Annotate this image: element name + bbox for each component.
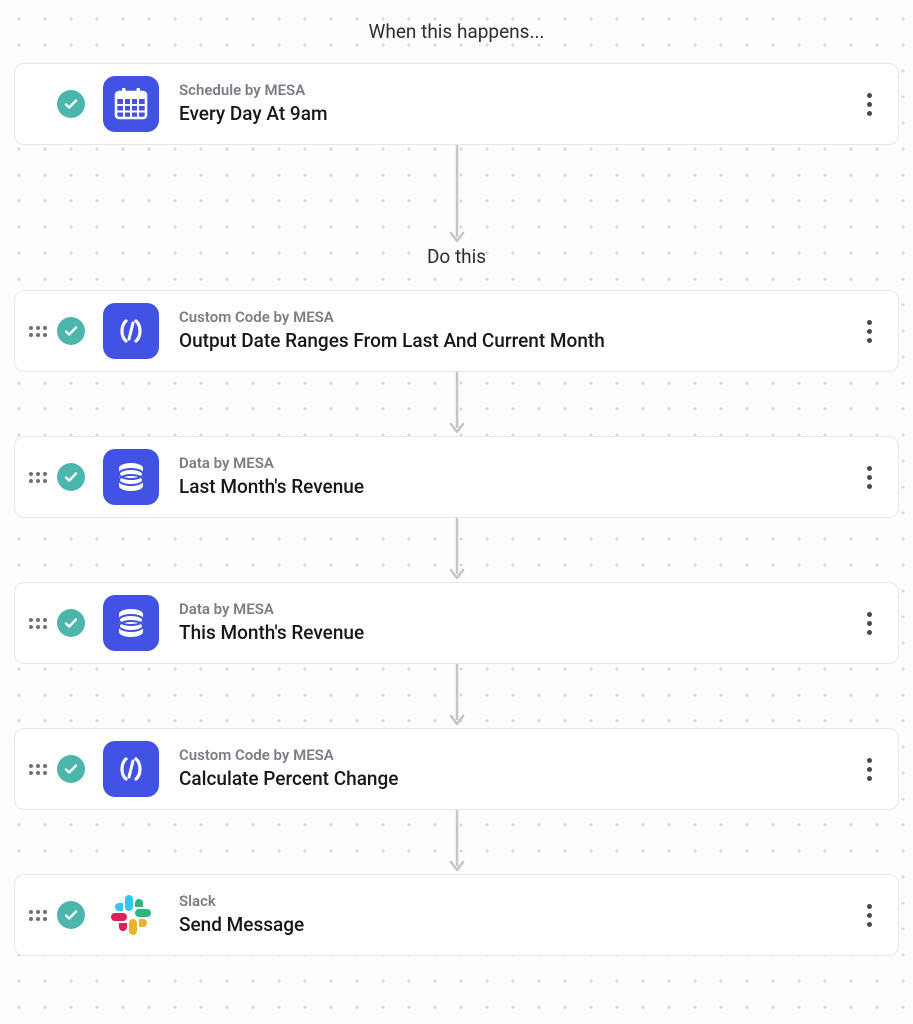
connector-arrow (14, 372, 899, 436)
schedule-icon (103, 76, 159, 132)
action-card[interactable]: Custom Code by MESA Calculate Percent Ch… (14, 728, 899, 810)
card-text: Custom Code by MESA Output Date Ranges F… (179, 308, 856, 353)
drag-handle-icon[interactable] (29, 764, 47, 775)
card-text: Custom Code by MESA Calculate Percent Ch… (179, 746, 856, 791)
card-text: Data by MESA Last Month's Revenue (179, 454, 856, 499)
connector-arrow (14, 664, 899, 728)
card-app-label: Custom Code by MESA (179, 308, 856, 328)
card-text: Slack Send Message (179, 892, 856, 937)
status-ok-icon (57, 609, 85, 637)
code-icon (103, 741, 159, 797)
status-ok-icon (57, 755, 85, 783)
card-text: Schedule by MESA Every Day At 9am (179, 81, 856, 126)
action-card[interactable]: Custom Code by MESA Output Date Ranges F… (14, 290, 899, 372)
card-app-label: Custom Code by MESA (179, 746, 856, 766)
action-section-label: Do this (14, 245, 899, 268)
slack-icon (103, 887, 159, 943)
more-options-button[interactable] (856, 311, 882, 351)
drag-handle-icon[interactable] (29, 472, 47, 483)
more-options-button[interactable] (856, 457, 882, 497)
drag-handle-icon[interactable] (29, 326, 47, 337)
drag-handle-icon[interactable] (29, 910, 47, 921)
database-icon (103, 449, 159, 505)
code-icon (103, 303, 159, 359)
connector-arrow (14, 810, 899, 874)
card-app-label: Data by MESA (179, 600, 856, 620)
connector-arrow (14, 518, 899, 582)
database-icon (103, 595, 159, 651)
more-options-button[interactable] (856, 895, 882, 935)
status-ok-icon (57, 901, 85, 929)
action-card[interactable]: Slack Send Message (14, 874, 899, 956)
trigger-section-label: When this happens... (14, 20, 899, 43)
more-options-button[interactable] (856, 749, 882, 789)
card-title: This Month's Revenue (179, 621, 856, 646)
action-card[interactable]: Data by MESA Last Month's Revenue (14, 436, 899, 518)
card-title: Every Day At 9am (179, 102, 856, 127)
card-text: Data by MESA This Month's Revenue (179, 600, 856, 645)
card-title: Send Message (179, 913, 856, 938)
drag-handle-icon[interactable] (29, 618, 47, 629)
trigger-card[interactable]: Schedule by MESA Every Day At 9am (14, 63, 899, 145)
status-ok-icon (57, 90, 85, 118)
status-ok-icon (57, 317, 85, 345)
card-app-label: Schedule by MESA (179, 81, 856, 101)
card-app-label: Data by MESA (179, 454, 856, 474)
more-options-button[interactable] (856, 84, 882, 124)
card-title: Last Month's Revenue (179, 475, 856, 500)
card-app-label: Slack (179, 892, 856, 912)
card-title: Output Date Ranges From Last And Current… (179, 329, 856, 354)
status-ok-icon (57, 463, 85, 491)
action-card[interactable]: Data by MESA This Month's Revenue (14, 582, 899, 664)
more-options-button[interactable] (856, 603, 882, 643)
card-title: Calculate Percent Change (179, 767, 856, 792)
workflow-builder: When this happens... Schedule by MESA Ev… (0, 0, 913, 956)
connector-arrow (14, 145, 899, 245)
